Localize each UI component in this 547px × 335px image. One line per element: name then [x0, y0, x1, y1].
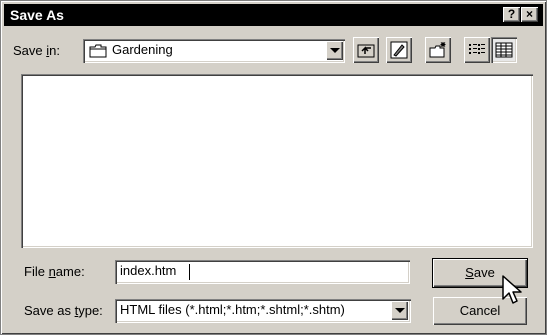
title-bar[interactable]: Save As ? ×	[4, 4, 543, 26]
details-view-button[interactable]	[491, 37, 517, 63]
save-in-value: Gardening	[112, 42, 173, 57]
file-name-label: File name:	[24, 264, 85, 279]
close-icon: ×	[525, 7, 533, 21]
save-as-type-value: HTML files (*.html;*.htm;*.shtml;*.shtm)	[120, 302, 345, 317]
save-in-dropdown-button[interactable]	[326, 41, 343, 60]
up-one-level-icon	[357, 44, 375, 58]
desktop-icon	[390, 41, 408, 59]
mouse-pointer-icon	[502, 275, 522, 304]
file-name-value: index.htm	[120, 263, 177, 278]
new-folder-button[interactable]	[425, 37, 451, 63]
details-view-icon	[495, 42, 513, 58]
save-in-label: Save in:	[13, 43, 60, 58]
file-list[interactable]	[21, 74, 533, 248]
folder-icon	[89, 44, 107, 58]
list-view-icon	[469, 44, 485, 54]
desktop-button[interactable]	[386, 37, 412, 63]
help-button[interactable]: ?	[503, 7, 520, 22]
save-as-type-label: Save as type:	[24, 303, 103, 318]
new-folder-icon	[429, 42, 446, 58]
file-name-input[interactable]: index.htm	[115, 260, 410, 284]
up-one-level-button[interactable]	[353, 37, 379, 63]
dialog-title: Save As	[10, 7, 64, 23]
save-as-type-dropdown-button[interactable]	[391, 301, 408, 320]
save-in-combo[interactable]: Gardening	[83, 39, 345, 63]
save-as-type-combo[interactable]: HTML files (*.html;*.htm;*.shtml;*.shtm)	[115, 299, 411, 323]
help-icon: ?	[507, 7, 516, 21]
list-view-button[interactable]	[464, 37, 490, 63]
close-button[interactable]: ×	[521, 7, 538, 22]
save-as-dialog: Save As ? × Save in: Gardening File name…	[0, 0, 547, 335]
text-cursor	[189, 264, 190, 280]
